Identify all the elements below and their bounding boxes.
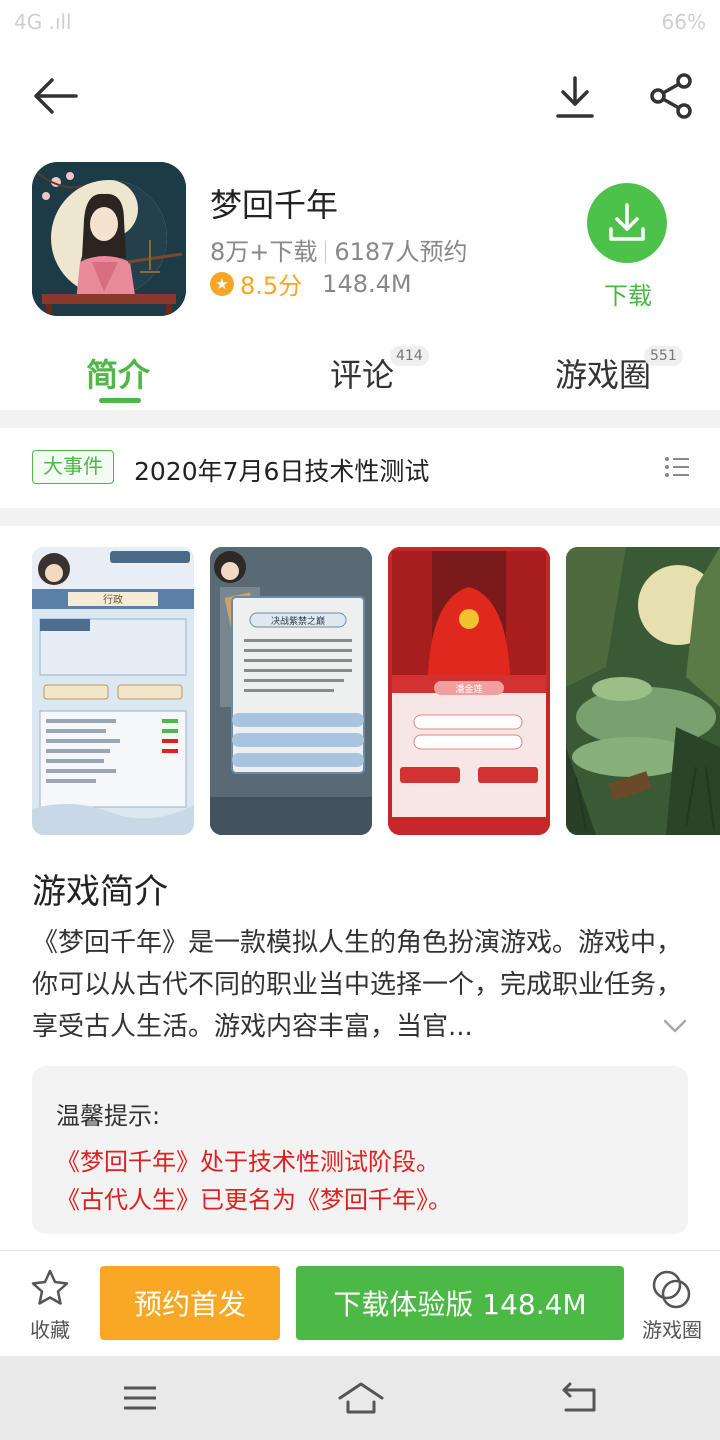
star-icon: ★ xyxy=(210,271,234,296)
tab-comments[interactable]: 评论 xyxy=(330,350,394,396)
star-outline-icon[interactable] xyxy=(30,1268,70,1308)
screenshot-1[interactable]: 行政 xyxy=(32,547,194,835)
signal-indicator: 4G .ıll xyxy=(14,10,72,34)
tab-game-circle[interactable]: 游戏圈 xyxy=(555,350,651,396)
event-text[interactable]: 2020年7月6日技术性测试 xyxy=(134,452,429,488)
tab-intro[interactable]: 简介 xyxy=(86,350,150,396)
game-circle-label[interactable]: 游戏圈 xyxy=(642,1314,702,1343)
comments-count-badge: 414 xyxy=(390,346,429,366)
screenshot-2-caption: 决战紫禁之巅 xyxy=(271,615,325,627)
description-text: 《梦回千年》是一款模拟人生的角色扮演游戏。游戏中，你可以从古代不同的职业当中选择… xyxy=(32,928,683,1042)
download-icon[interactable] xyxy=(550,72,600,122)
app-title: 梦回千年 xyxy=(210,186,339,224)
favorite-label[interactable]: 收藏 xyxy=(30,1314,70,1343)
battery-indicator: 66% xyxy=(661,10,706,34)
download-arrow-icon xyxy=(609,203,645,241)
tip-line-2: 《古代人生》已更名为《梦回千年》。 xyxy=(56,1186,452,1214)
screenshot-3[interactable]: 潘金莲 xyxy=(388,547,550,835)
event-tag: 大事件 xyxy=(32,450,114,484)
active-tab-indicator xyxy=(99,398,141,403)
description-title: 游戏简介 xyxy=(32,872,168,912)
download-button[interactable] xyxy=(587,183,667,263)
stat-divider xyxy=(325,241,327,263)
rating-score: 8.5分 xyxy=(240,272,303,300)
download-count: 8万+下载 xyxy=(210,238,318,266)
game-circle-icon[interactable] xyxy=(650,1268,692,1310)
app-rating: ★ 8.5分 148.4M xyxy=(210,266,412,301)
list-icon[interactable] xyxy=(664,456,690,478)
app-size: 148.4M xyxy=(322,269,412,298)
reservation-count: 6187人预约 xyxy=(334,238,468,266)
share-icon[interactable] xyxy=(648,72,696,120)
app-stats: 8万+下载 6187人预约 xyxy=(210,232,467,267)
reserve-button[interactable]: 预约首发 xyxy=(100,1266,280,1340)
chevron-down-icon[interactable] xyxy=(662,1016,688,1036)
menu-icon[interactable] xyxy=(118,1380,162,1416)
screenshot-4[interactable] xyxy=(566,547,720,835)
tip-line-1: 《梦回千年》处于技术性测试阶段。 xyxy=(56,1148,440,1176)
screenshot-3-caption: 潘金莲 xyxy=(455,683,482,695)
tip-title: 温馨提示: xyxy=(56,1102,161,1130)
section-divider xyxy=(0,410,720,428)
screenshot-2[interactable]: 决战紫禁之巅 xyxy=(210,547,372,835)
status-bar: 4G .ıll 66% xyxy=(0,0,720,48)
download-label[interactable]: 下载 xyxy=(604,276,652,311)
download-trial-button[interactable]: 下载体验版 148.4M xyxy=(296,1266,624,1340)
screenshot-1-caption: 行政 xyxy=(103,593,123,606)
game-circle-count-badge: 551 xyxy=(644,346,683,366)
home-icon[interactable] xyxy=(336,1380,386,1416)
back-nav-icon[interactable] xyxy=(558,1380,602,1416)
arrow-left-icon[interactable] xyxy=(30,74,82,118)
app-icon xyxy=(32,162,186,316)
section-divider xyxy=(0,508,720,526)
